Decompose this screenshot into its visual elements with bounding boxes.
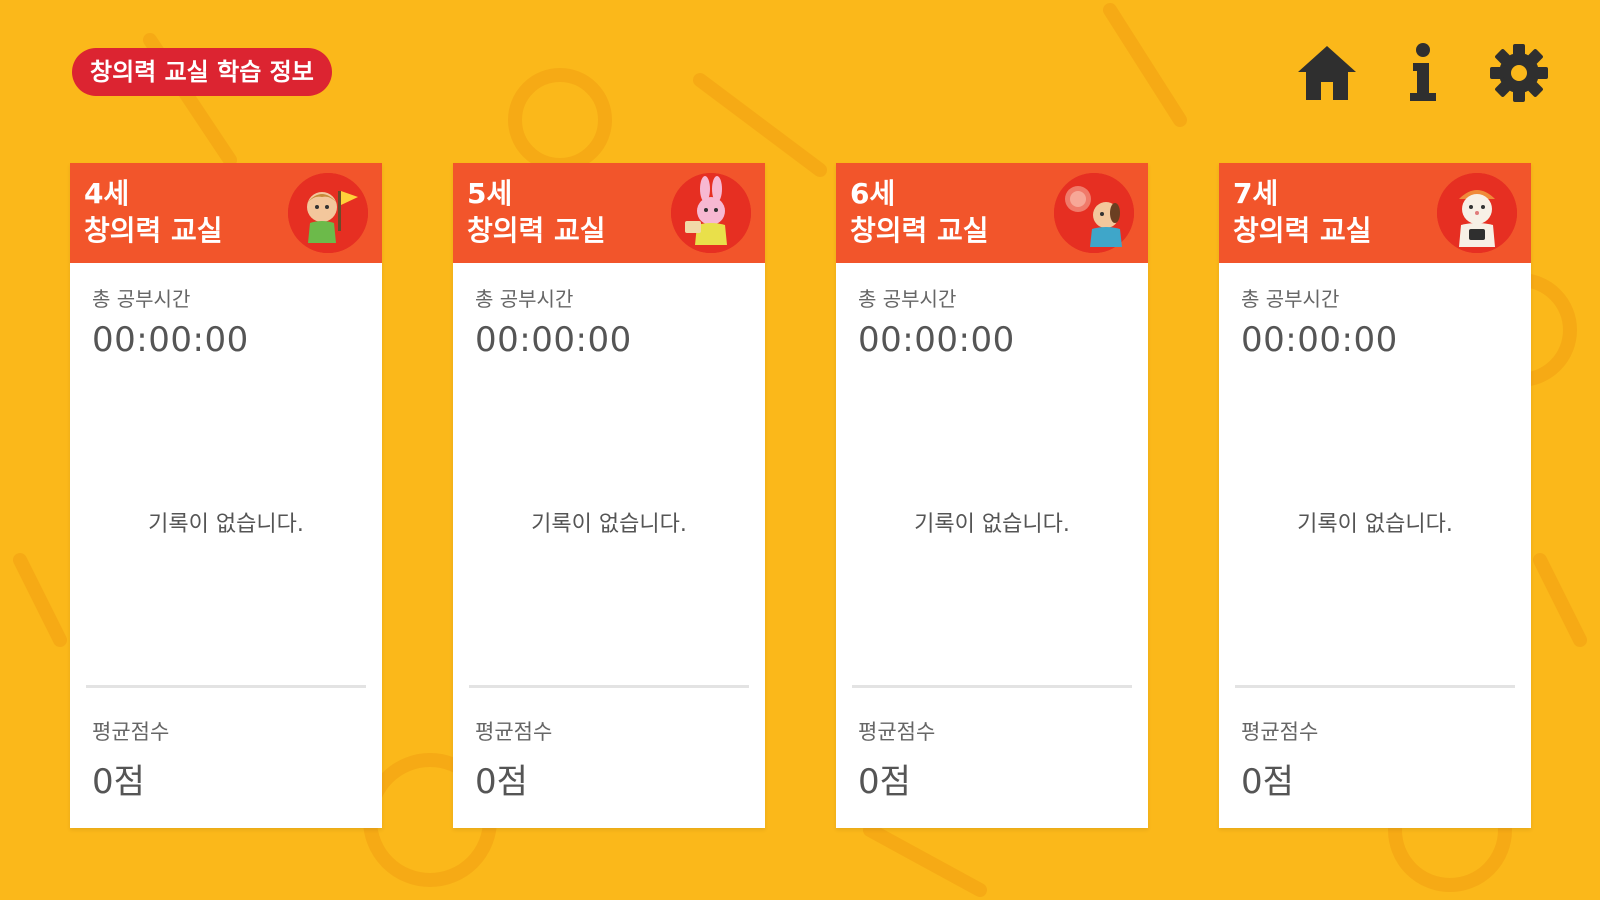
empty-record-message: 기록이 없습니다. — [914, 512, 1070, 537]
dog-with-bubble-avatar — [1054, 173, 1134, 253]
class-card-age-4[interactable]: 4세 창의력 교실 총 공부시간 00:00:00 기록이 없습니다. 평균점수… — [70, 163, 382, 828]
study-time-value: 00:00:00 — [858, 320, 1015, 360]
hamster-avatar — [1437, 173, 1517, 253]
study-time-label: 총 공부시간 — [1241, 287, 1340, 311]
class-card-age-7[interactable]: 7세 창의력 교실 총 공부시간 00:00:00 기록이 없습니다. 평균점수… — [1219, 163, 1531, 828]
card-header: 6세 창의력 교실 — [836, 163, 1148, 263]
card-title: 7세 창의력 교실 — [1233, 175, 1372, 249]
average-score-value: 0점 — [1241, 762, 1294, 802]
study-time-value: 00:00:00 — [475, 320, 632, 360]
bunny-avatar — [671, 173, 751, 253]
card-age: 5세 — [467, 177, 513, 210]
average-score-label: 평균점수 — [92, 720, 170, 744]
card-class-name: 창의력 교실 — [84, 214, 223, 247]
average-score-label: 평균점수 — [858, 720, 936, 744]
empty-record-message: 기록이 없습니다. — [148, 512, 304, 537]
top-toolbar — [1296, 42, 1550, 104]
study-time-value: 00:00:00 — [1241, 320, 1398, 360]
average-score-value: 0점 — [858, 762, 911, 802]
card-header: 5세 창의력 교실 — [453, 163, 765, 263]
page-title: 창의력 교실 학습 정보 — [72, 48, 332, 96]
card-header: 7세 창의력 교실 — [1219, 163, 1531, 263]
info-icon — [1410, 43, 1436, 101]
class-card-age-5[interactable]: 5세 창의력 교실 총 공부시간 00:00:00 기록이 없습니다. 평균점수… — [453, 163, 765, 828]
home-button[interactable] — [1296, 42, 1358, 104]
empty-record-message: 기록이 없습니다. — [1297, 512, 1453, 537]
study-time-value: 00:00:00 — [92, 320, 249, 360]
home-icon — [1298, 46, 1356, 100]
card-divider — [469, 685, 749, 688]
card-class-name: 창의력 교실 — [1233, 214, 1372, 247]
average-score-label: 평균점수 — [1241, 720, 1319, 744]
average-score-value: 0점 — [92, 762, 145, 802]
card-divider — [86, 685, 366, 688]
card-age: 4세 — [84, 177, 130, 210]
average-score-label: 평균점수 — [475, 720, 553, 744]
study-time-label: 총 공부시간 — [475, 287, 574, 311]
card-age: 7세 — [1233, 177, 1279, 210]
settings-button[interactable] — [1488, 42, 1550, 104]
card-title: 5세 창의력 교실 — [467, 175, 606, 249]
card-age: 6세 — [850, 177, 896, 210]
card-divider — [1235, 685, 1515, 688]
card-class-name: 창의력 교실 — [850, 214, 989, 247]
boy-with-flag-avatar — [288, 173, 368, 253]
card-header: 4세 창의력 교실 — [70, 163, 382, 263]
info-button[interactable] — [1392, 42, 1454, 104]
study-time-label: 총 공부시간 — [92, 287, 191, 311]
card-divider — [852, 685, 1132, 688]
gear-icon — [1490, 44, 1548, 102]
card-title: 6세 창의력 교실 — [850, 175, 989, 249]
card-title: 4세 창의력 교실 — [84, 175, 223, 249]
card-class-name: 창의력 교실 — [467, 214, 606, 247]
class-card-age-6[interactable]: 6세 창의력 교실 총 공부시간 00:00:00 기록이 없습니다. 평균점수… — [836, 163, 1148, 828]
average-score-value: 0점 — [475, 762, 528, 802]
study-time-label: 총 공부시간 — [858, 287, 957, 311]
empty-record-message: 기록이 없습니다. — [531, 512, 687, 537]
